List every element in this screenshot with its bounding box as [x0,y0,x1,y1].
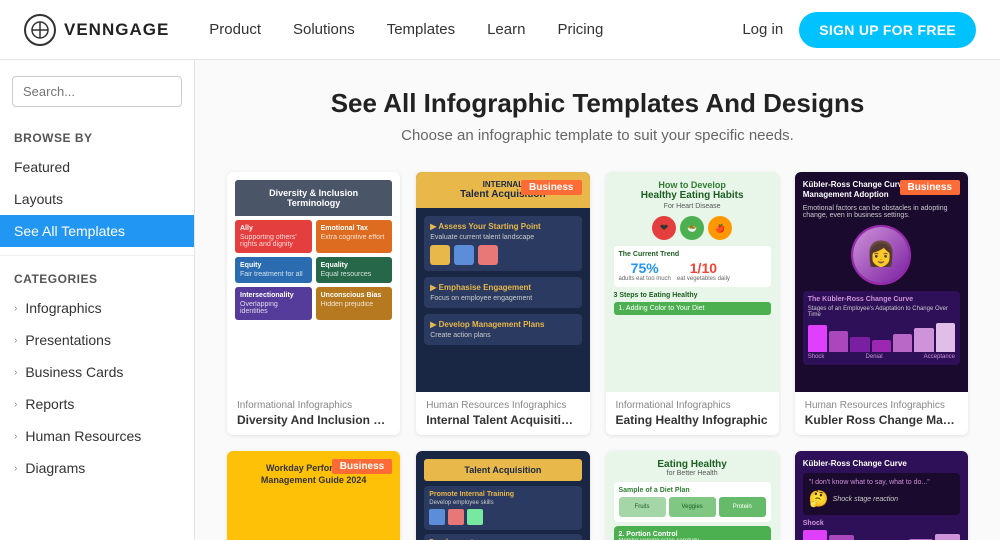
sidebar-item-human-resources[interactable]: › Human Resources [0,420,194,452]
card-image-5: Business Workday PerformanceManagement G… [227,451,400,540]
sidebar-item-featured[interactable]: Featured [0,151,194,183]
template-card-4[interactable]: Business Kübler-Ross Change Curve for Ch… [795,172,968,435]
template-card-3[interactable]: How to Develop Healthy Eating Habits For… [606,172,779,435]
card-badge-4: Business [900,180,960,195]
reports-label: Reports [25,396,74,412]
sidebar-item-business-cards[interactable]: › Business Cards [0,356,194,388]
card-category-4: Human Resources Infographics [805,400,958,411]
card-image-7: Eating Healthy for Better Health Sample … [606,451,779,540]
card-name-1: Diversity And Inclusion Term... [237,413,390,427]
card-category-3: Informational Infographics [616,400,769,411]
card-name-3: Eating Healthy Infographic [616,413,769,427]
page-title: See All Infographic Templates And Design… [227,88,968,119]
card-image-4: Business Kübler-Ross Change Curve for Ch… [795,172,968,392]
diagrams-label: Diagrams [25,460,85,476]
nav-learn[interactable]: Learn [487,21,525,38]
header: VENNGAGE Product Solutions Templates Lea… [0,0,1000,60]
content-header: See All Infographic Templates And Design… [227,88,968,144]
search-input[interactable] [23,84,195,99]
sidebar-divider [0,255,194,256]
template-card-8[interactable]: Kübler-Ross Change Curve "I don't know w… [795,451,968,540]
search-area: 🔍 [0,76,194,123]
sidebar-item-diagrams[interactable]: › Diagrams [0,452,194,484]
categories-section-title: CATEGORIES [0,264,194,292]
login-button[interactable]: Log in [742,21,783,38]
card-footer-3: Informational Infographics Eating Health… [606,392,779,435]
card-image-6: Talent Acquisition Promote Internal Trai… [416,451,589,540]
sidebar-item-layouts[interactable]: Layouts [0,183,194,215]
chevron-icon: › [14,399,17,410]
card-name-2: Internal Talent Acquisition I... [426,413,579,427]
template-grid: Diversity & InclusionTerminology AllySup… [227,172,968,540]
card-category-1: Informational Infographics [237,400,390,411]
card-category-2: Human Resources Infographics [426,400,579,411]
template-card-2[interactable]: Business INTERNAL Talent Acquisition ▶ A… [416,172,589,435]
signup-button[interactable]: SIGN UP FOR FREE [799,12,976,48]
chevron-icon: › [14,303,17,314]
sidebar-item-see-all-templates[interactable]: See All Templates [0,215,194,247]
template-card-5[interactable]: Business Workday PerformanceManagement G… [227,451,400,540]
see-all-templates-label: See All Templates [14,223,125,239]
sidebar-item-presentations[interactable]: › Presentations [0,324,194,356]
sidebar-item-infographics[interactable]: › Infographics [0,292,194,324]
template-card-1[interactable]: Diversity & InclusionTerminology AllySup… [227,172,400,435]
card-image-8: Kübler-Ross Change Curve "I don't know w… [795,451,968,540]
card-image-3: How to Develop Healthy Eating Habits For… [606,172,779,392]
nav-templates[interactable]: Templates [387,21,455,38]
template-card-6[interactable]: Talent Acquisition Promote Internal Trai… [416,451,589,540]
infographics-label: Infographics [25,300,101,316]
auth-area: Log in SIGN UP FOR FREE [742,12,976,48]
main-layout: 🔍 BROWSE BY Featured Layouts See All Tem… [0,60,1000,540]
search-box: 🔍 [12,76,182,107]
sidebar: 🔍 BROWSE BY Featured Layouts See All Tem… [0,60,195,540]
sidebar-item-reports[interactable]: › Reports [0,388,194,420]
card-footer-4: Human Resources Infographics Kubler Ross… [795,392,968,435]
logo-icon [24,14,56,46]
browse-section-title: BROWSE BY [0,123,194,151]
human-resources-label: Human Resources [25,428,141,444]
page-subtitle: Choose an infographic template to suit y… [227,127,968,144]
card-badge-5: Business [332,459,392,474]
business-cards-label: Business Cards [25,364,123,380]
card-footer-1: Informational Infographics Diversity And… [227,392,400,435]
card-name-4: Kubler Ross Change Manag... [805,413,958,427]
card-footer-2: Human Resources Infographics Internal Ta… [416,392,589,435]
card-image-2: Business INTERNAL Talent Acquisition ▶ A… [416,172,589,392]
nav-pricing[interactable]: Pricing [557,21,603,38]
card-image-1: Diversity & InclusionTerminology AllySup… [227,172,400,392]
template-card-7[interactable]: Eating Healthy for Better Health Sample … [606,451,779,540]
chevron-icon: › [14,367,17,378]
logo-area[interactable]: VENNGAGE [24,14,169,46]
logo-text: VENNGAGE [64,20,169,40]
nav-solutions[interactable]: Solutions [293,21,355,38]
presentations-label: Presentations [25,332,111,348]
main-nav: Product Solutions Templates Learn Pricin… [209,21,742,38]
layouts-label: Layouts [14,191,63,207]
featured-label: Featured [14,159,70,175]
chevron-icon: › [14,335,17,346]
nav-product[interactable]: Product [209,21,261,38]
chevron-icon: › [14,431,17,442]
main-content: See All Infographic Templates And Design… [195,60,1000,540]
card-badge-2: Business [521,180,581,195]
chevron-icon: › [14,463,17,474]
